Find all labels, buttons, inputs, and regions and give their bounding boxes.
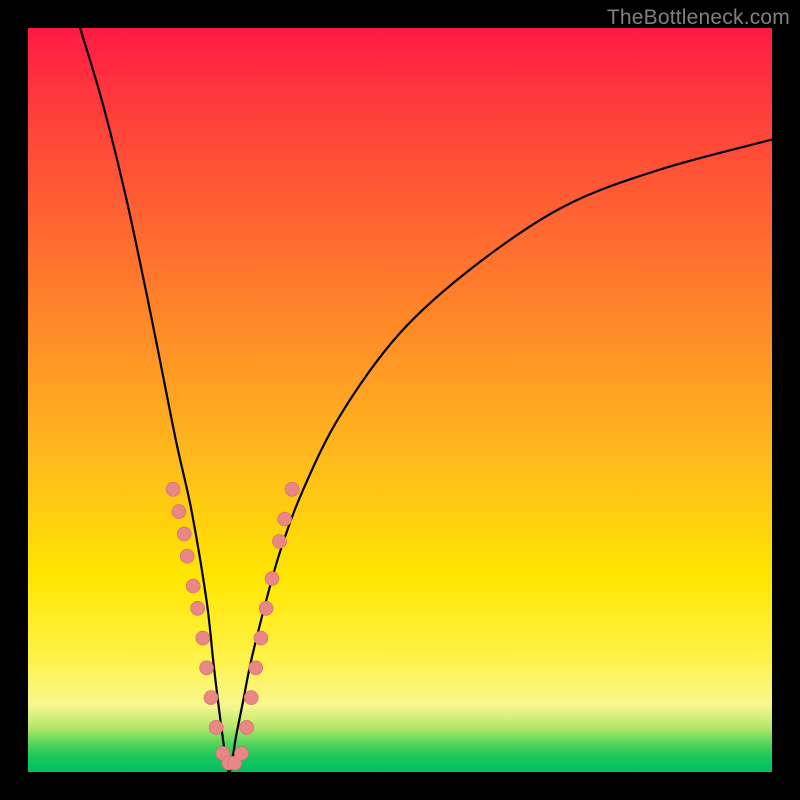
- watermark-text: TheBottleneck.com: [607, 6, 790, 30]
- valley-dot: [240, 720, 254, 734]
- valley-dot: [285, 482, 299, 496]
- valley-dot: [254, 631, 268, 645]
- valley-dot: [180, 549, 194, 563]
- valley-dot: [265, 572, 279, 586]
- valley-dot: [259, 601, 273, 615]
- valley-dot: [209, 720, 223, 734]
- valley-dot: [196, 631, 210, 645]
- valley-dot: [278, 512, 292, 526]
- valley-dot: [172, 505, 186, 519]
- valley-dot: [177, 527, 191, 541]
- bottleneck-curve: [80, 28, 772, 772]
- valley-dot: [191, 601, 205, 615]
- valley-dot: [186, 579, 200, 593]
- valley-dot: [244, 691, 258, 705]
- plot-area: [28, 28, 772, 772]
- stage: TheBottleneck.com: [0, 0, 800, 800]
- valley-dot: [273, 534, 287, 548]
- valley-dot: [204, 691, 218, 705]
- valley-dot: [166, 482, 180, 496]
- curve-svg: [28, 28, 772, 772]
- valley-dot: [200, 661, 214, 675]
- valley-dot: [249, 661, 263, 675]
- valley-dot: [235, 746, 249, 760]
- valley-dots: [166, 482, 299, 770]
